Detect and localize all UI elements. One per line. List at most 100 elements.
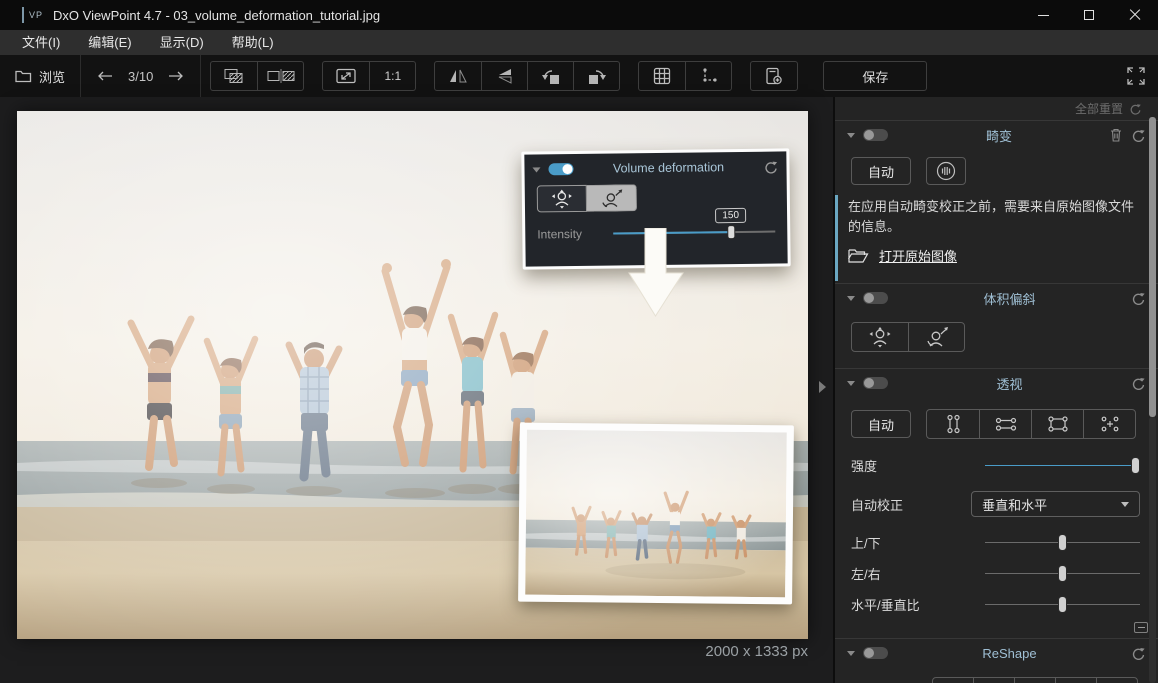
next-image-button[interactable] <box>168 70 184 82</box>
save-label: 保存 <box>862 67 888 86</box>
hv-ratio-slider[interactable] <box>985 596 1140 613</box>
rotate-right-button[interactable] <box>573 62 619 90</box>
overlay-panel-title: Volume deformation <box>573 160 763 176</box>
zoom-100-button[interactable]: 1:1 <box>369 62 415 90</box>
intensity-label: 强度 <box>851 456 985 475</box>
prev-image-button[interactable] <box>97 70 113 82</box>
distortion-manual-icon <box>935 160 957 182</box>
flip-horizontal-icon <box>448 68 468 84</box>
menu-file[interactable]: 文件(I) <box>8 30 74 55</box>
volume-toggle[interactable] <box>863 292 888 304</box>
reset-all-button[interactable]: 全部重置 <box>835 97 1158 120</box>
reshape-collapse-icon[interactable] <box>847 651 855 656</box>
perspective-collapse-icon[interactable] <box>847 381 855 386</box>
add-palette-icon <box>765 67 783 85</box>
distortion-undo-icon[interactable] <box>1131 129 1146 142</box>
image-position-indicator: 3/10 <box>128 69 153 84</box>
distortion-toggle[interactable] <box>863 129 888 141</box>
intensity-slider[interactable] <box>985 457 1140 474</box>
flip-horizontal-button[interactable] <box>435 62 481 90</box>
perspective-toggle[interactable] <box>863 377 888 389</box>
menu-help[interactable]: 帮助(L) <box>218 30 288 55</box>
overlay-intensity-label: Intensity <box>537 227 582 242</box>
maximize-icon <box>1084 10 1094 20</box>
add-palette-button[interactable] <box>751 62 797 90</box>
flip-vertical-icon <box>497 67 513 85</box>
compare-overlay-button[interactable] <box>211 62 257 90</box>
overlay-collapse-icon <box>532 167 540 172</box>
compare-overlay-icon <box>223 68 245 84</box>
perspective-undo-icon[interactable] <box>1131 377 1146 390</box>
maximize-button[interactable] <box>1066 0 1112 30</box>
scrollbar-thumb[interactable] <box>1149 117 1156 417</box>
panel-volume-deformation: 体积偏斜 <box>835 283 1158 368</box>
flip-vertical-button[interactable] <box>481 62 527 90</box>
chevron-down-icon <box>1121 502 1129 507</box>
left-right-slider[interactable] <box>985 565 1140 582</box>
title-bar: VP DxO ViewPoint 4.7 - 03_volume_deforma… <box>0 0 1158 30</box>
sidebar-collapse-handle[interactable] <box>819 381 826 393</box>
distortion-auto-button[interactable]: 自动 <box>851 157 911 185</box>
perspective-advanced-button[interactable] <box>1134 622 1148 633</box>
up-down-slider[interactable] <box>985 534 1140 551</box>
rectangle-tool-button[interactable] <box>1031 410 1083 438</box>
grid-icon <box>653 67 671 85</box>
auto-correct-dropdown[interactable]: 垂直和水平 <box>971 491 1140 517</box>
perspective-auto-button[interactable]: 自动 <box>851 410 911 438</box>
force-vertical-button[interactable] <box>927 410 979 438</box>
overlay-toggle <box>548 163 573 175</box>
guides-group <box>638 61 732 91</box>
browse-button[interactable]: 浏览 <box>0 67 80 86</box>
perspective-title: 透视 <box>888 374 1131 393</box>
fullscreen-button[interactable] <box>1126 66 1146 86</box>
horizon-tool-icon <box>700 67 718 85</box>
distortion-trash-icon[interactable] <box>1110 128 1122 142</box>
palette-group <box>750 61 798 91</box>
panel-reshape: ReShape <box>835 638 1158 683</box>
open-folder-icon <box>848 248 869 264</box>
rotate-left-button[interactable] <box>527 62 573 90</box>
rotate-left-icon <box>541 68 561 85</box>
reshape-toggle[interactable] <box>863 647 888 659</box>
distortion-collapse-icon[interactable] <box>847 133 855 138</box>
overlay-intensity-value: 150 <box>715 208 746 223</box>
menu-edit[interactable]: 编辑(E) <box>74 30 145 55</box>
minimize-button[interactable] <box>1020 0 1066 30</box>
horizon-tool-button[interactable] <box>685 62 731 90</box>
reshape-undo-icon[interactable] <box>1131 647 1146 660</box>
tutorial-inset-photo <box>518 423 794 605</box>
app-logo: VP <box>22 7 43 23</box>
reshape-title: ReShape <box>888 646 1131 661</box>
menu-view[interactable]: 显示(D) <box>146 30 218 55</box>
logo-accent-bar <box>22 7 24 23</box>
scrollbar-track <box>1149 417 1156 683</box>
distortion-manual-button[interactable] <box>926 157 966 185</box>
sidebar-scrollbar[interactable] <box>1149 117 1156 683</box>
close-button[interactable] <box>1112 0 1158 30</box>
compare-group <box>210 61 304 91</box>
photo-view[interactable]: Volume deformation <box>17 111 808 639</box>
volume-collapse-icon[interactable] <box>847 296 855 301</box>
zoom-100-label: 1:1 <box>384 69 401 83</box>
auto-correct-label: 自动校正 <box>851 495 971 514</box>
compare-sidebyside-button[interactable] <box>257 62 303 90</box>
grid-button[interactable] <box>639 62 685 90</box>
open-original-image-link[interactable]: 打开原始图像 <box>879 246 957 265</box>
fit-screen-button[interactable] <box>323 62 369 90</box>
distortion-info-text: 在应用自动畸变校正之前，需要来自原始图像文件的信息。 <box>848 197 1142 236</box>
zoom-group: 1:1 <box>322 61 416 91</box>
save-button[interactable]: 保存 <box>823 61 927 91</box>
reset-all-undo-icon <box>1129 103 1142 115</box>
minimize-icon <box>1038 15 1049 16</box>
force-horizontal-button[interactable] <box>979 410 1031 438</box>
volume-undo-icon[interactable] <box>1131 292 1146 305</box>
reshape-tools-group[interactable] <box>932 677 1138 683</box>
window-title: DxO ViewPoint 4.7 - 03_volume_deformatio… <box>53 8 380 23</box>
volume-spherical-button[interactable] <box>852 323 908 351</box>
reset-all-label: 全部重置 <box>1075 100 1123 117</box>
image-canvas: Volume deformation <box>0 97 833 683</box>
volume-diagonal-button[interactable] <box>908 323 964 351</box>
image-dimensions-label: 2000 x 1333 px <box>705 643 808 660</box>
perspective-tools-group <box>926 409 1136 439</box>
eight-points-button[interactable] <box>1083 410 1135 438</box>
